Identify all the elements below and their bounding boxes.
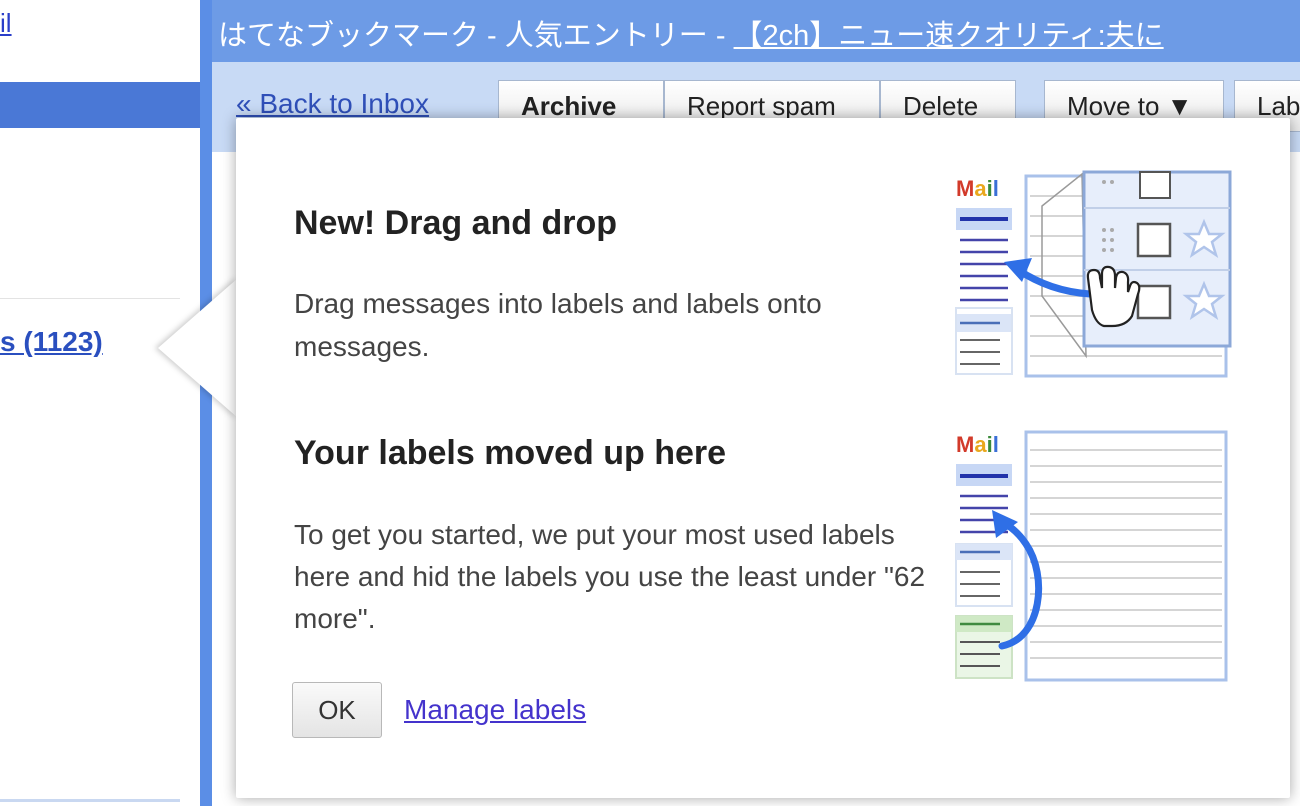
drag-drop-description: Drag messages into labels and labels ont…	[294, 288, 822, 362]
sidebar-divider	[0, 298, 180, 299]
message-subject-bar: はてなブックマーク - 人気エントリー - 【2ch】ニュー速クオリティ:夫に	[212, 0, 1300, 62]
mail-logo: Mail	[956, 176, 999, 201]
back-to-inbox-link[interactable]: « Back to Inbox	[236, 88, 429, 120]
sidebar-selected-item[interactable]	[0, 82, 200, 128]
drag-drop-heading: New! Drag and drop	[294, 204, 618, 242]
labels-moved-illustration: Mail	[955, 430, 1228, 682]
subject-link[interactable]: 【2ch】ニュー速クオリティ:夫に	[734, 20, 1164, 52]
drag-drop-illustration: Mail	[955, 170, 1232, 378]
feature-announcement-popup: New! Drag and drop Drag messages into la…	[236, 118, 1290, 798]
subject-prefix: はてなブックマーク - 人気エントリー -	[218, 20, 734, 52]
labels-moved-description: To get you started, we put your most use…	[294, 519, 926, 634]
mail-logo: Mail	[956, 432, 999, 457]
sidebar-top-link[interactable]: il	[0, 8, 12, 39]
popup-pointer	[158, 278, 238, 418]
sidebar-bottom-divider	[0, 799, 180, 802]
ok-button[interactable]: OK	[292, 682, 382, 738]
manage-labels-link[interactable]: Manage labels	[404, 694, 586, 726]
sidebar-label-count-link[interactable]: s (1123)	[0, 326, 103, 358]
gmail-window: il s (1123) はてなブックマーク - 人気エントリー - 【2ch】ニ…	[0, 0, 1300, 806]
labels-moved-heading: Your labels moved up here	[294, 434, 727, 472]
message-subject: はてなブックマーク - 人気エントリー - 【2ch】ニュー速クオリティ:夫に	[218, 12, 1164, 54]
